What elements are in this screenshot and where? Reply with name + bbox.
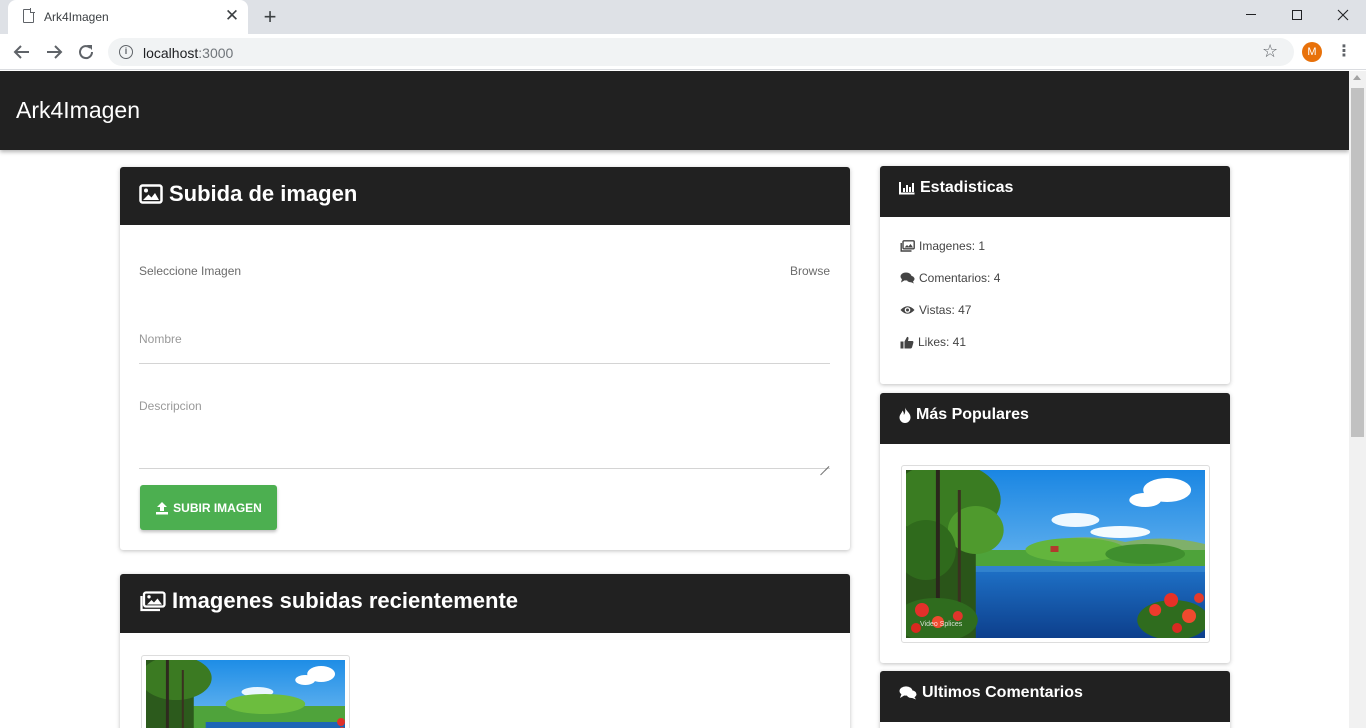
address-bar[interactable]: i localhost:3000 ☆ bbox=[108, 38, 1294, 66]
scrollbar-thumb[interactable] bbox=[1351, 88, 1364, 437]
eye-icon bbox=[900, 306, 915, 314]
brand-title[interactable]: Ark4Imagen bbox=[16, 97, 140, 124]
url-host: localhost bbox=[143, 45, 199, 61]
stat-likes-label: Likes: 41 bbox=[918, 335, 967, 349]
name-field-underline bbox=[139, 363, 830, 364]
recent-images-header: Imagenes subidas recientemente bbox=[120, 574, 850, 633]
browser-tab-strip: Ark4Imagen ✕ + bbox=[0, 0, 1366, 34]
comments-title: Ultimos Comentarios bbox=[922, 684, 1083, 701]
chart-area-icon bbox=[899, 182, 915, 195]
minimize-icon bbox=[1246, 14, 1256, 16]
browse-button[interactable]: Browse bbox=[790, 264, 830, 278]
images-icon bbox=[900, 240, 915, 252]
upload-card-header: Subida de imagen bbox=[120, 167, 850, 225]
stat-comments-label: Comentarios: 4 bbox=[919, 271, 1001, 285]
new-tab-button[interactable]: + bbox=[259, 4, 281, 30]
forward-button[interactable] bbox=[40, 38, 68, 66]
comments-card-header: Ultimos Comentarios bbox=[880, 671, 1230, 722]
upload-button[interactable]: SUBIR IMAGEN bbox=[140, 485, 277, 530]
page-scrollbar[interactable] bbox=[1349, 71, 1366, 728]
stat-images: Imagenes: 1 bbox=[900, 239, 985, 253]
minimize-button[interactable] bbox=[1228, 0, 1274, 30]
thumbs-up-icon bbox=[900, 336, 914, 348]
restore-icon bbox=[1292, 9, 1302, 20]
kebab-menu-icon[interactable]: ⋮ bbox=[1336, 41, 1352, 63]
popular-title: Más Populares bbox=[916, 406, 1029, 423]
popular-image-thumbnail[interactable]: Video Splices bbox=[901, 465, 1210, 643]
stats-card-header: Estadisticas bbox=[880, 166, 1230, 217]
maximize-button[interactable] bbox=[1274, 0, 1320, 30]
forward-arrow-icon bbox=[47, 45, 63, 59]
window-close-button[interactable] bbox=[1320, 0, 1366, 30]
fire-icon bbox=[899, 407, 911, 423]
description-field-underline bbox=[139, 468, 830, 469]
scroll-up-arrow-icon[interactable] bbox=[1353, 75, 1361, 80]
comments-icon bbox=[899, 686, 917, 700]
recent-images-title: Imagenes subidas recientemente bbox=[172, 588, 519, 613]
popular-card: Más Populares Video Splices bbox=[880, 393, 1230, 663]
comments-icon bbox=[900, 272, 915, 284]
select-image-label[interactable]: Seleccione Imagen bbox=[139, 264, 241, 278]
lake-landscape-image bbox=[906, 470, 1205, 638]
stats-title: Estadisticas bbox=[920, 179, 1014, 196]
back-arrow-icon bbox=[13, 45, 29, 59]
image-icon bbox=[139, 184, 163, 204]
tab-title: Ark4Imagen bbox=[44, 10, 109, 24]
popular-card-header: Más Populares bbox=[880, 393, 1230, 444]
browser-toolbar: i localhost:3000 ☆ M ⋮ bbox=[0, 34, 1366, 70]
stat-views-label: Vistas: 47 bbox=[919, 303, 972, 317]
info-icon[interactable]: i bbox=[119, 45, 133, 59]
url-port: :3000 bbox=[198, 45, 234, 61]
back-button[interactable] bbox=[8, 38, 36, 66]
tab-close-icon[interactable]: ✕ bbox=[224, 6, 240, 26]
close-icon bbox=[1337, 9, 1349, 21]
stat-likes: Likes: 41 bbox=[900, 335, 966, 349]
upload-button-label: SUBIR IMAGEN bbox=[173, 500, 262, 515]
browser-tab[interactable]: Ark4Imagen ✕ bbox=[8, 0, 248, 34]
recent-image-thumbnail[interactable] bbox=[141, 655, 350, 728]
stat-images-label: Imagenes: 1 bbox=[919, 239, 986, 253]
images-icon bbox=[140, 590, 166, 611]
upload-card: Subida de imagen Seleccione Imagen Brows… bbox=[120, 167, 850, 550]
comments-card: Ultimos Comentarios bbox=[880, 671, 1230, 728]
app-header: Ark4Imagen bbox=[0, 71, 1349, 150]
document-icon bbox=[23, 8, 35, 23]
name-field[interactable]: Nombre bbox=[139, 332, 182, 346]
stat-views: Vistas: 47 bbox=[900, 303, 971, 317]
recent-images-card: Imagenes subidas recientemente bbox=[120, 574, 850, 728]
lake-landscape-image bbox=[146, 660, 345, 728]
stats-card: Estadisticas Imagenes: 1 Comentarios: 4 bbox=[880, 166, 1230, 384]
reload-button[interactable] bbox=[72, 38, 100, 66]
reload-icon bbox=[79, 45, 94, 60]
description-field[interactable]: Descripcion bbox=[139, 399, 202, 413]
star-icon[interactable]: ☆ bbox=[1262, 41, 1278, 62]
image-watermark: Video Splices bbox=[920, 621, 963, 628]
profile-avatar[interactable]: M bbox=[1302, 42, 1322, 62]
stat-comments: Comentarios: 4 bbox=[900, 271, 1000, 285]
upload-icon bbox=[156, 501, 169, 514]
upload-title: Subida de imagen bbox=[169, 181, 358, 206]
page-viewport: Ark4Imagen Subida de imagen Seleccione I… bbox=[0, 71, 1349, 728]
url-text[interactable]: localhost:3000 bbox=[143, 45, 233, 61]
textarea-resize-handle[interactable] bbox=[820, 458, 829, 467]
